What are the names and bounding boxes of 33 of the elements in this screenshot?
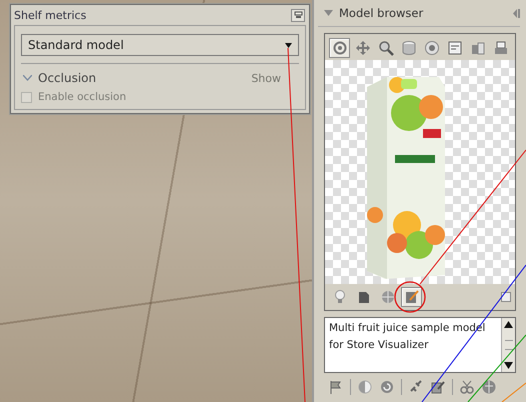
globe-icon[interactable] [481,379,497,395]
collapse-icon[interactable] [324,10,333,16]
expander-icon[interactable] [23,75,32,81]
scissors-icon[interactable] [459,379,475,395]
move-icon [354,40,370,56]
section-title: Occlusion [38,71,96,85]
restore-button[interactable] [291,8,305,22]
panel-title: Shelf metrics [14,8,86,22]
cylinder-icon [400,40,416,56]
caret-icon [285,42,292,48]
target-icon [424,40,440,56]
checkbox-label: Enable occlusion [38,91,126,103]
wireframe-view-icon [380,289,396,305]
edit-icon[interactable] [430,379,446,395]
contrast-icon[interactable] [357,379,373,395]
scroll-down-icon[interactable] [504,362,513,369]
scroll-up-icon[interactable] [504,321,513,328]
rotate-button[interactable] [329,38,350,58]
color-swatch[interactable] [501,292,511,302]
texture-view-icon [404,289,420,305]
refresh-icon[interactable] [379,379,395,395]
annotation-circle [394,281,426,313]
flag-icon[interactable] [328,379,344,395]
restore-icon [294,11,302,19]
panel-icon [446,40,462,56]
rotate-icon [332,40,348,56]
scrollbar[interactable] [501,318,515,372]
zoom-icon [378,40,394,56]
dock-icon[interactable] [513,8,520,18]
panel-title: Model browser [339,6,424,20]
model-dropdown[interactable]: Standard model [21,34,299,56]
printer-icon [492,40,508,56]
texture-view-button[interactable] [401,287,422,307]
